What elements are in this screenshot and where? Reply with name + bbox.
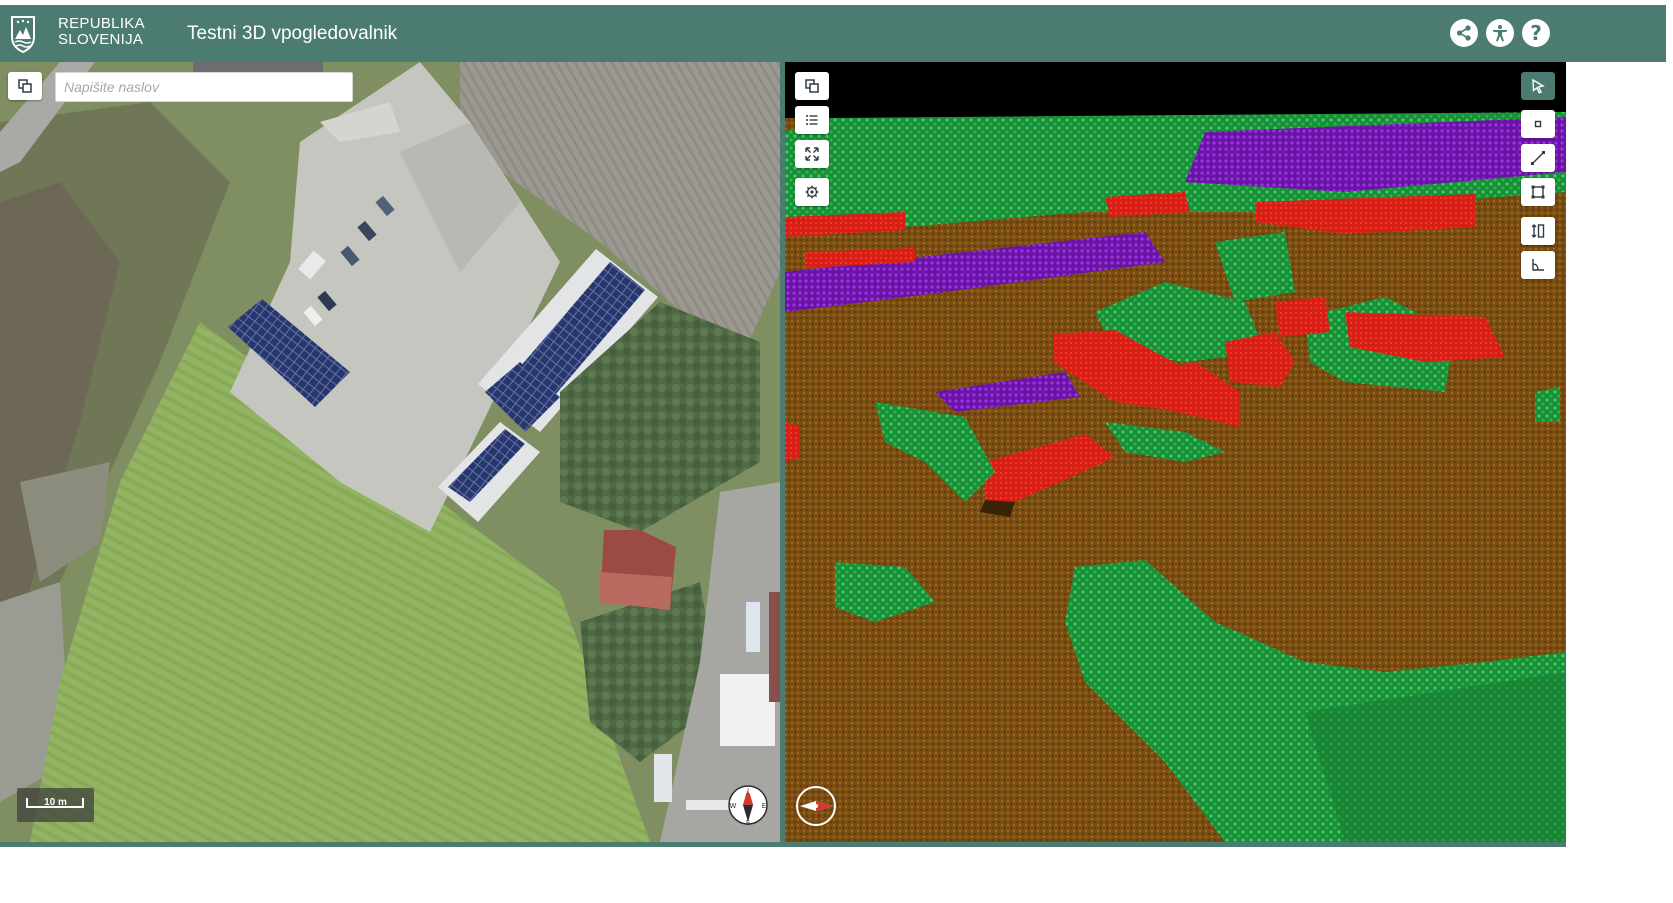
page-title: Testni 3D vpogledovalnik xyxy=(187,23,398,44)
layers-button-3d[interactable] xyxy=(795,72,829,100)
select-tool-button[interactable] xyxy=(1521,72,1555,100)
address-search-input[interactable] xyxy=(55,72,353,102)
layers-button-2d[interactable] xyxy=(8,72,42,100)
list-icon xyxy=(806,115,818,125)
fullscreen-button[interactable] xyxy=(795,140,829,168)
area-measure-icon xyxy=(1531,185,1545,199)
settings-icon xyxy=(805,185,819,199)
slovenia-crest-icon xyxy=(11,16,35,53)
help-icon: ? xyxy=(1530,21,1542,45)
compass-w: W xyxy=(730,802,737,810)
layers-icon xyxy=(805,79,819,93)
angle-measure-button[interactable] xyxy=(1521,251,1555,279)
brand-line-1: REPUBLIKA xyxy=(58,15,145,32)
share-icon xyxy=(1456,25,1471,41)
map-3d-panel[interactable] xyxy=(785,62,1566,842)
accessibility-button[interactable] xyxy=(1486,19,1514,47)
select-pointer-icon xyxy=(1532,78,1545,94)
point-measure-button[interactable] xyxy=(1521,110,1555,138)
distance-measure-icon xyxy=(1531,151,1545,165)
compass-2d-icon[interactable]: N E S W xyxy=(726,783,770,827)
help-button[interactable]: ? xyxy=(1522,19,1550,47)
brand-name: REPUBLIKA SLOVENIJA xyxy=(58,16,145,48)
accessibility-icon xyxy=(1493,25,1507,42)
area-measure-button[interactable] xyxy=(1521,178,1555,206)
point-measure-icon xyxy=(1534,120,1542,128)
settings-button[interactable] xyxy=(795,178,829,206)
height-measure-icon xyxy=(1531,224,1545,238)
brand-line-2: SLOVENIJA xyxy=(58,31,144,48)
frame-bottom-border xyxy=(0,842,1566,847)
orthophoto-map[interactable] xyxy=(0,62,780,842)
scale-bar: 10 m xyxy=(17,788,94,822)
scale-label: 10 m xyxy=(44,797,67,808)
distance-measure-button[interactable] xyxy=(1521,144,1555,172)
legend-list-button[interactable] xyxy=(795,106,829,134)
compass-3d-icon[interactable] xyxy=(794,784,838,828)
compass-n: N xyxy=(745,787,750,795)
map-2d-panel[interactable]: 10 m N E S W xyxy=(0,62,780,842)
point-cloud-view[interactable] xyxy=(785,62,1566,842)
compass-s: S xyxy=(746,819,751,827)
angle-measure-icon xyxy=(1532,259,1544,271)
header-bar: REPUBLIKA SLOVENIJA Testni 3D vpogledova… xyxy=(0,5,1666,62)
viewer-app: REPUBLIKA SLOVENIJA Testni 3D vpogledova… xyxy=(0,0,1673,903)
share-button[interactable] xyxy=(1450,19,1478,47)
expand-icon xyxy=(805,147,819,161)
compass-e: E xyxy=(762,802,766,810)
height-measure-button[interactable] xyxy=(1521,217,1555,245)
layers-icon xyxy=(18,79,32,93)
